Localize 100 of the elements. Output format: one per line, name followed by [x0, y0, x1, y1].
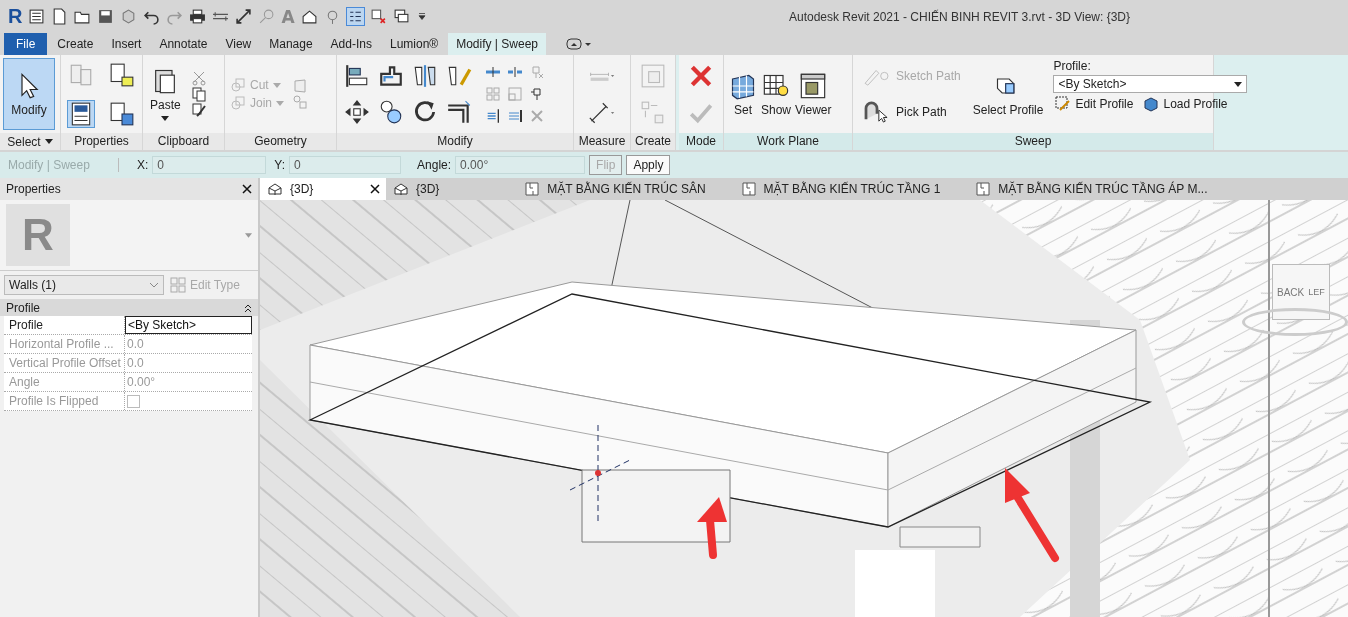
panel-title: Properties: [6, 182, 61, 196]
callout-arrow: [697, 497, 727, 559]
trim-icon[interactable]: [446, 99, 472, 125]
panel-label: Work Plane: [724, 133, 852, 150]
profile-button[interactable]: Load Profile: [1141, 95, 1230, 113]
floor-plan-icon: [741, 182, 756, 196]
modify-button[interactable]: Modify: [3, 58, 55, 130]
property-value[interactable]: <By Sketch>: [125, 316, 252, 334]
caret-icon[interactable]: [44, 139, 53, 144]
house-icon: [268, 182, 282, 196]
close-icon[interactable]: [242, 184, 252, 194]
document-tab[interactable]: MẶT BẰNG KIẾN TRÚC TẦNG 1: [733, 178, 949, 200]
property-name: Angle: [4, 373, 125, 391]
extend-multiple-icon[interactable]: [507, 108, 523, 124]
coordinate-field[interactable]: 0: [152, 156, 267, 174]
ribbon-tab[interactable]: Add-Ins: [322, 33, 380, 55]
edit-dashed-icon: [1055, 96, 1072, 112]
view-cube[interactable]: BACK LEF: [1272, 264, 1330, 320]
ribbon-tab[interactable]: File: [4, 33, 48, 55]
floor-plan-icon: [976, 182, 991, 196]
copy-circles-icon[interactable]: [378, 99, 404, 125]
floor-plan-icon: [525, 182, 540, 196]
property-name: Profile: [4, 316, 125, 334]
panel-label: Modify: [337, 133, 573, 150]
section-header: Profile: [6, 300, 40, 315]
mirror-axis-icon[interactable]: [412, 63, 438, 89]
cube-icon: [230, 77, 246, 93]
property-name: Vertical Profile Offset: [4, 354, 125, 372]
type-grid-icon: [170, 277, 186, 293]
recent-files-icon[interactable]: [28, 8, 46, 25]
minimize-ribbon-icon[interactable]: [566, 38, 592, 50]
property-name: Profile Is Flipped: [4, 392, 125, 410]
option-button[interactable]: Apply: [626, 155, 671, 175]
work-plane-button[interactable]: Set: [727, 69, 759, 119]
paintbrush-icon[interactable]: [190, 102, 207, 118]
caret-icon: [276, 100, 284, 106]
paste-button[interactable]: Paste: [146, 65, 185, 123]
move-icon[interactable]: [344, 99, 370, 125]
house-icon[interactable]: [300, 8, 318, 25]
document-tab[interactable]: {3D}: [386, 178, 448, 200]
field-label: Angle:: [417, 158, 452, 172]
profile-label: Profile:: [1053, 60, 1092, 73]
load-cube-icon: [1143, 96, 1160, 112]
scissors-icon[interactable]: [190, 70, 207, 86]
panel-label: Create: [631, 133, 675, 150]
panel-label: Measure: [574, 133, 630, 150]
ribbon-tab[interactable]: Insert: [103, 33, 150, 55]
save-icon[interactable]: [97, 8, 115, 25]
close-tab-icon[interactable]: [370, 184, 380, 194]
type-selector[interactable]: Walls (1): [4, 275, 164, 295]
viewer-window-icon: [799, 71, 828, 100]
caret-icon: [1234, 81, 1243, 87]
field-label: Y:: [274, 158, 286, 172]
profile-button[interactable]: Edit Profile: [1053, 95, 1136, 113]
thin-lines-icon[interactable]: [346, 8, 364, 25]
caret-icon: [272, 82, 281, 88]
ribbon-tab[interactable]: Modify | Sweep: [448, 33, 546, 55]
document-tab[interactable]: MẶT BẰNG KIẾN TRÚC SÂN: [517, 178, 714, 200]
house-icon: [394, 182, 408, 196]
panel-label: Sweep: [853, 133, 1213, 150]
document-tab[interactable]: MẶT BẰNG KIẾN TRÚC TẦNG ÁP M...: [968, 178, 1216, 200]
offset-icon[interactable]: [378, 63, 404, 89]
work-plane-button[interactable]: Show: [759, 69, 794, 119]
split-icon[interactable]: [485, 64, 501, 80]
chevron-down-icon: [149, 282, 159, 288]
context-label: Modify | Sweep: [8, 158, 119, 172]
collapse-icon[interactable]: [244, 302, 252, 313]
properties-icon[interactable]: [68, 100, 95, 127]
extend-icon[interactable]: [485, 108, 501, 124]
cube-icon: [230, 95, 246, 111]
print-icon[interactable]: [189, 8, 207, 25]
coordinate-field[interactable]: 0.00°: [455, 156, 586, 174]
window-title: Autodesk Revit 2021 - CHIẾN BINH REVIT 3.rvt - 3D View: {3D}: [788, 9, 1130, 24]
panel-label: Properties: [61, 133, 142, 150]
panel-label: Clipboard: [143, 133, 224, 150]
caret-icon: [161, 116, 170, 121]
dimension-icon[interactable]: [235, 8, 253, 25]
app-logo[interactable]: R: [8, 5, 23, 28]
coordinate-field[interactable]: 0: [289, 156, 402, 174]
type-preview-image: R: [6, 204, 70, 266]
path-button[interactable]: Pick Path: [860, 100, 963, 124]
work-plane-button[interactable]: Viewer: [793, 69, 834, 119]
family-folder-icon[interactable]: [108, 61, 135, 88]
ribbon-tab[interactable]: View: [217, 33, 260, 55]
select-profile-button[interactable]: Select Profile: [968, 58, 1048, 130]
ribbon-tab[interactable]: Lumion®: [381, 33, 447, 55]
family-types-icon[interactable]: [108, 100, 135, 127]
close-hidden-icon[interactable]: [369, 8, 387, 25]
panel-label: Mode: [679, 133, 723, 150]
field-label: X:: [137, 158, 149, 172]
document-tab[interactable]: {3D}: [260, 178, 386, 200]
property-name: Horizontal Profile ...: [4, 335, 125, 353]
ribbon-tab[interactable]: Manage: [261, 33, 321, 55]
switch-windows-icon[interactable]: [392, 8, 410, 25]
copy-icon[interactable]: [190, 86, 207, 102]
align-icon[interactable]: [344, 63, 370, 89]
ribbon-tab[interactable]: Create: [49, 33, 102, 55]
profile-dropdown[interactable]: <By Sketch>: [1053, 75, 1248, 93]
ribbon-tab[interactable]: Annotate: [151, 33, 216, 55]
split-gap-icon[interactable]: [507, 64, 523, 80]
